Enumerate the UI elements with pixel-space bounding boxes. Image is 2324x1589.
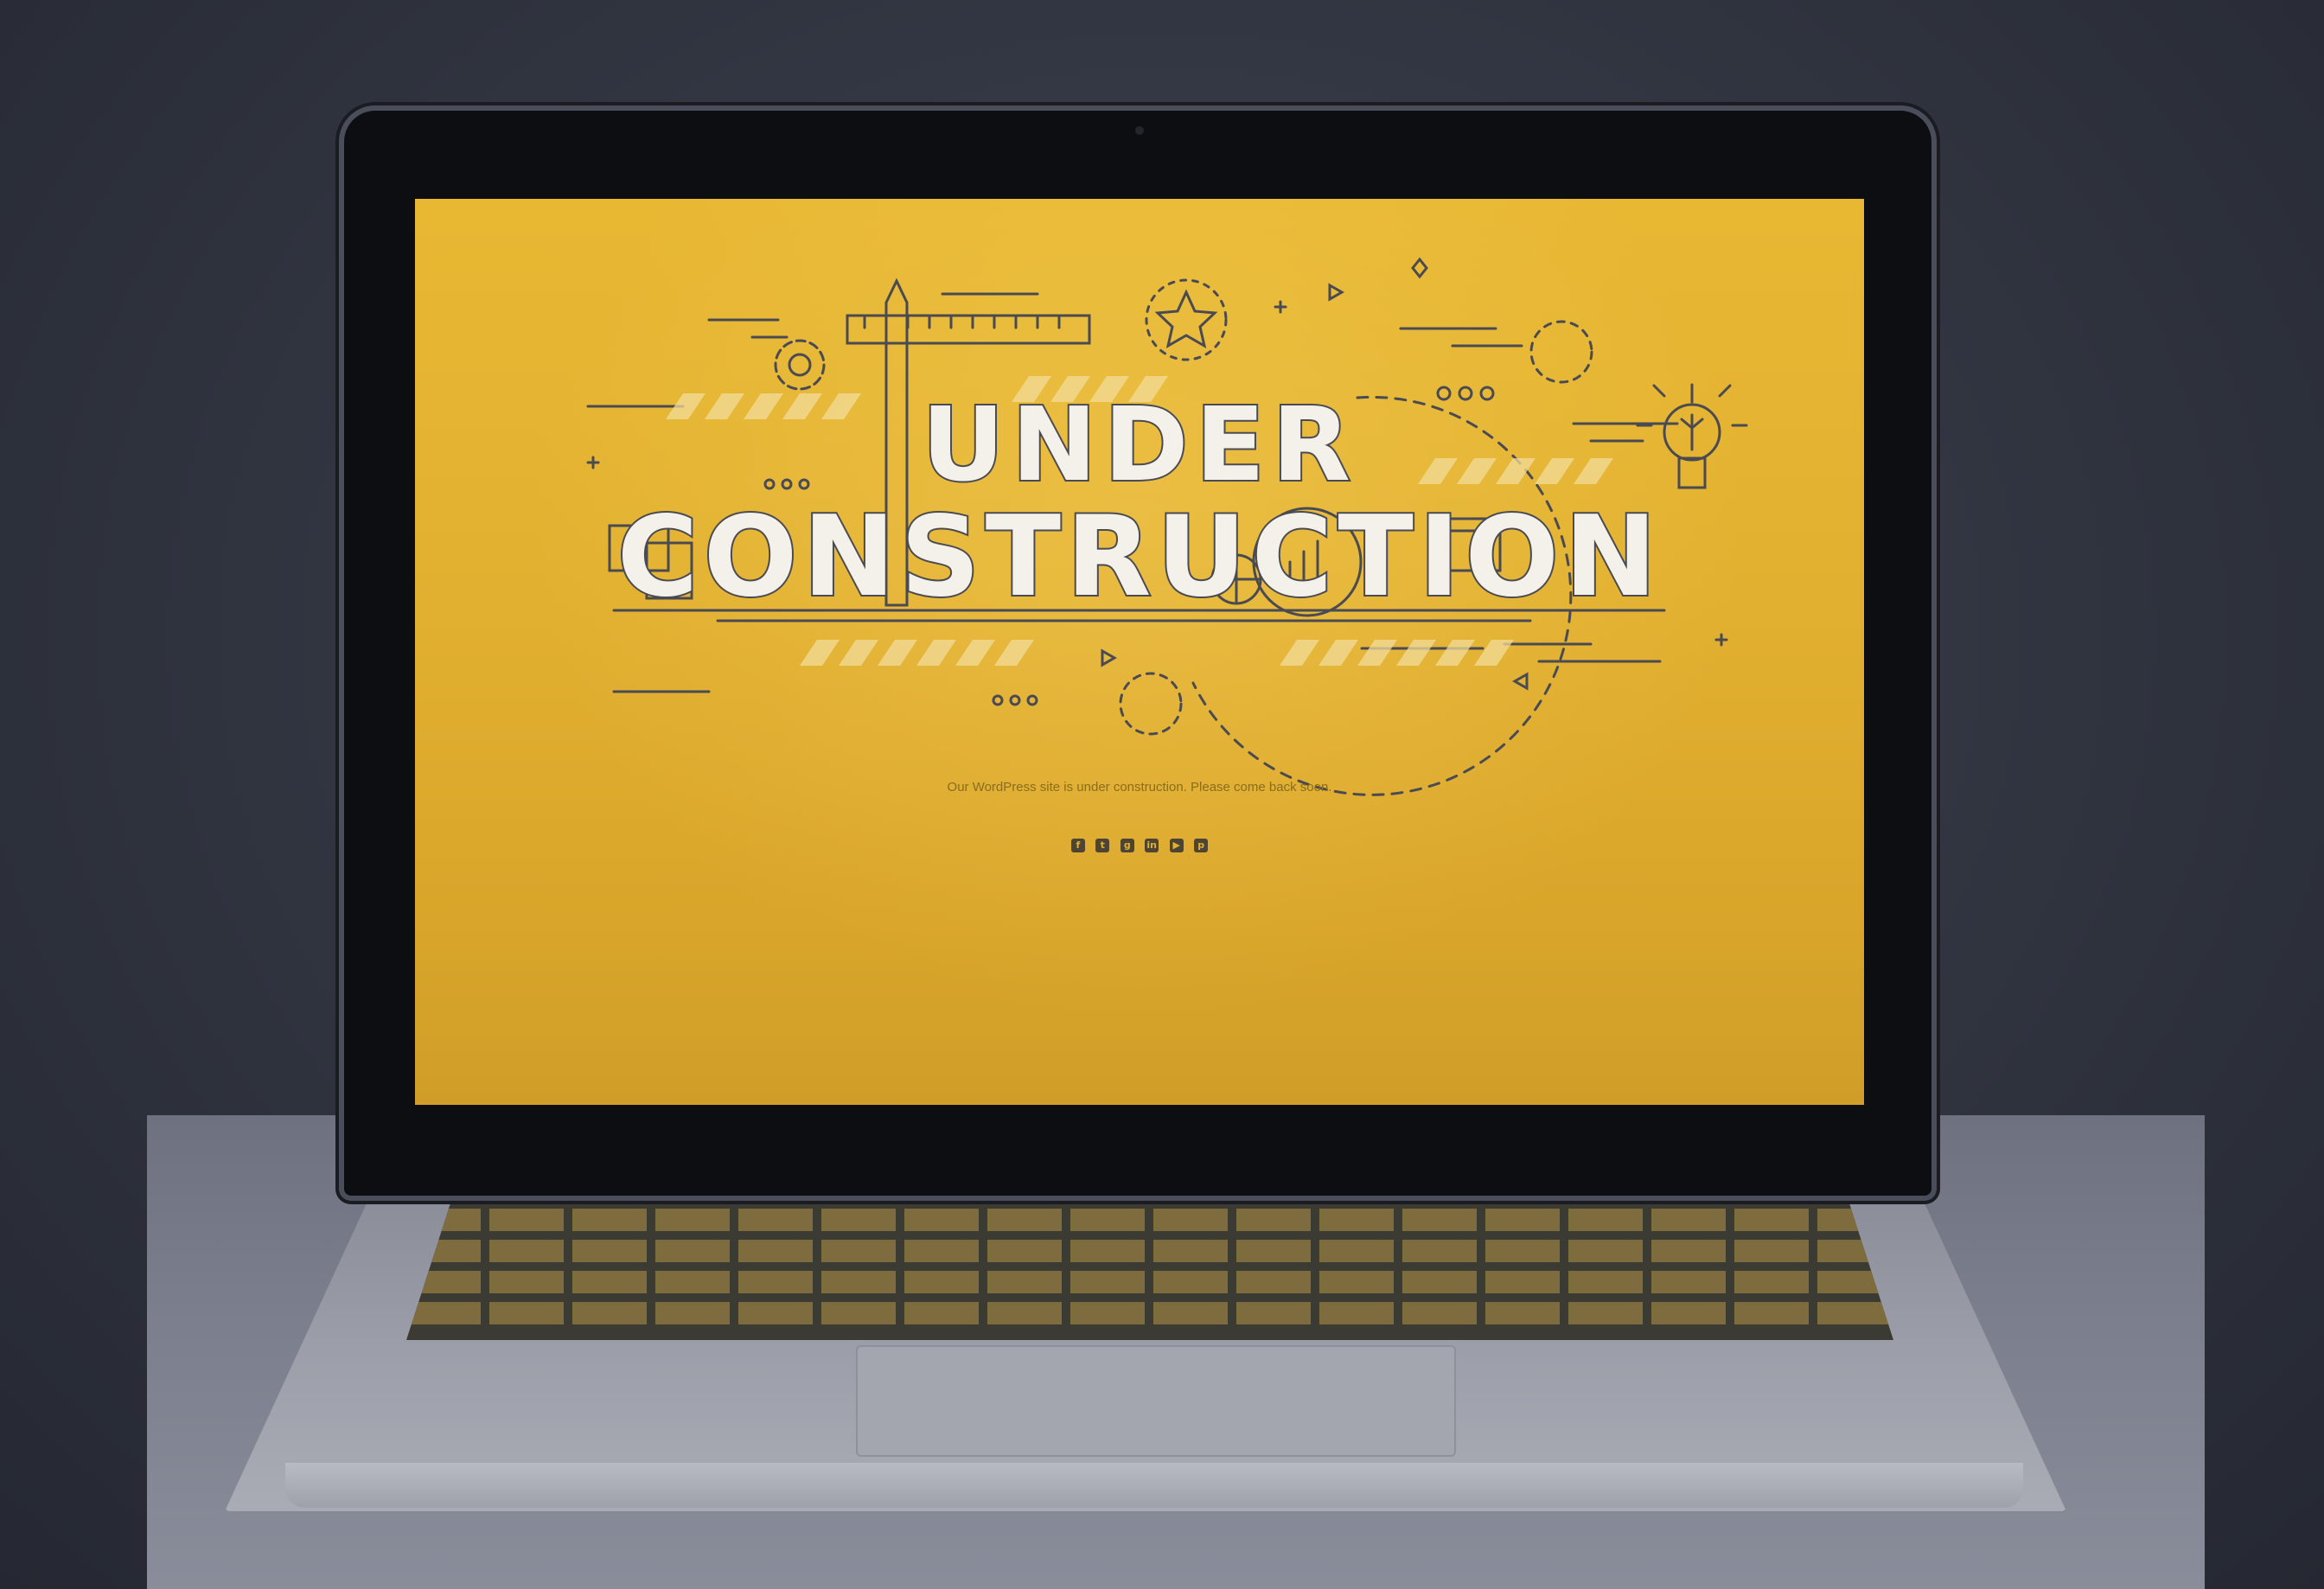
gear-icon (774, 339, 826, 391)
headline-under: UNDER (920, 383, 1357, 506)
twitter-icon[interactable]: t (1095, 839, 1110, 852)
google-plus-icon[interactable]: g (1120, 839, 1134, 852)
key-row (406, 1209, 1893, 1231)
laptop-keyboard (406, 1202, 1893, 1340)
laptop-screen: UNDER CONSTRUCTION Our WordPress site is… (415, 199, 1864, 1105)
laptop-trackpad (856, 1345, 1456, 1457)
key-row (406, 1302, 1893, 1324)
tagline-text: Our WordPress site is under construction… (947, 780, 1332, 794)
key-row (406, 1240, 1893, 1262)
photo-scene: UNDER CONSTRUCTION Our WordPress site is… (0, 0, 2324, 1589)
headline-construction: CONSTRUCTION (616, 491, 1663, 623)
social-links: f t g in ▶ p (415, 837, 1864, 852)
linkedin-icon[interactable]: in (1145, 839, 1159, 852)
ruler-icon (846, 314, 1091, 345)
pinterest-icon[interactable]: p (1194, 839, 1209, 852)
facebook-icon[interactable]: f (1070, 839, 1085, 852)
webcam (1135, 126, 1144, 135)
youtube-icon[interactable]: ▶ (1169, 839, 1184, 852)
laptop-front-edge (285, 1463, 2023, 1508)
key-row (406, 1271, 1893, 1293)
laptop-lid: UNDER CONSTRUCTION Our WordPress site is… (344, 111, 1931, 1196)
